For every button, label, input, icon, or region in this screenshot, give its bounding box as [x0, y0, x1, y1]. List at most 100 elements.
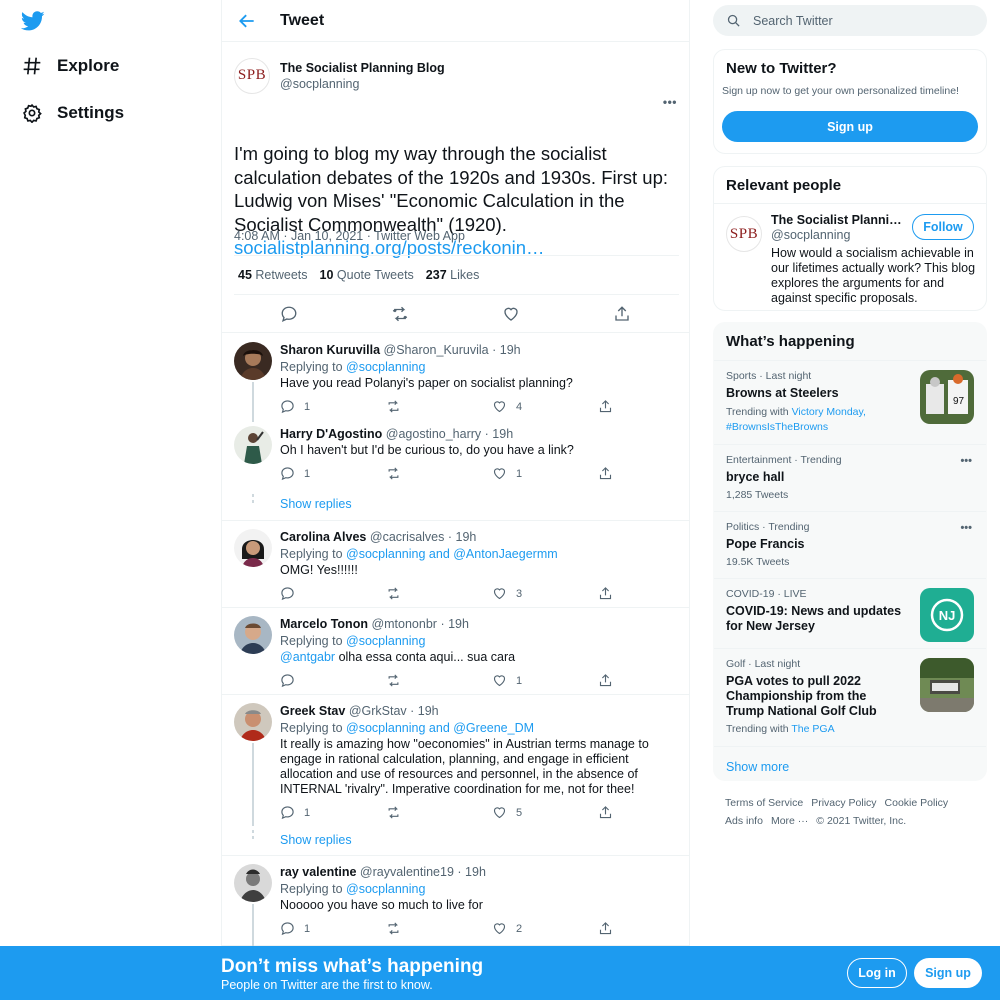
show-replies-link[interactable]: Show replies — [222, 824, 689, 856]
show-replies-label[interactable]: Show replies — [280, 497, 352, 511]
retweet-icon[interactable] — [391, 305, 409, 323]
share-button[interactable] — [598, 586, 622, 601]
reply-author-handle[interactable]: @rayvalentine19 — [360, 865, 454, 879]
reply-tweet[interactable]: Carolina Alves @cacrisalves · 19h Replyi… — [222, 521, 689, 608]
like-button[interactable]: 5 — [492, 805, 522, 820]
more-link[interactable]: More ··· — [771, 815, 808, 827]
share-button[interactable] — [598, 805, 622, 820]
privacy-link[interactable]: Privacy Policy — [811, 797, 876, 809]
reply-time[interactable]: · 19h — [440, 617, 469, 631]
share-icon[interactable] — [613, 305, 631, 323]
reply-button[interactable]: 1 — [280, 399, 310, 414]
reply-author-name[interactable]: Greek Stav — [280, 704, 345, 718]
retweet-button[interactable] — [386, 673, 410, 688]
like-button[interactable]: 2 — [492, 921, 522, 936]
author-name[interactable]: The Socialist Planning Blog — [280, 61, 445, 75]
reply-author-name[interactable]: ray valentine — [280, 865, 356, 879]
retweet-button[interactable] — [386, 399, 410, 414]
search-input[interactable]: Search Twitter — [753, 14, 833, 28]
reply-tweet[interactable]: Greek Stav @GrkStav · 19h Replying to @s… — [222, 695, 689, 826]
search-bar[interactable]: Search Twitter — [713, 5, 987, 36]
trend-item[interactable]: Sports · Last night Browns at Steelers T… — [714, 360, 986, 444]
show-replies-label[interactable]: Show replies — [280, 833, 352, 847]
nav-explore[interactable]: Explore — [22, 51, 119, 81]
like-button[interactable]: 3 — [492, 586, 522, 601]
more-options-icon[interactable]: ••• — [663, 95, 677, 109]
retweets-stat[interactable]: 45 Retweets — [238, 268, 308, 282]
replying-to-link[interactable]: @socplanning — [346, 882, 425, 896]
reply-author-handle[interactable]: @Sharon_Kuruvila — [384, 343, 489, 357]
trend-item[interactable]: Golf · Last night PGA votes to pull 2022… — [714, 648, 986, 746]
reply-author-name[interactable]: Marcelo Tonon — [280, 617, 368, 631]
show-replies-link[interactable]: Show replies — [222, 488, 689, 521]
trend-item[interactable]: Entertainment · Trending bryce hall 1,28… — [714, 444, 986, 511]
cookie-link[interactable]: Cookie Policy — [885, 797, 949, 809]
relevant-person[interactable]: SPB The Socialist Planning Blog @socplan… — [714, 203, 986, 310]
retweet-button[interactable] — [386, 466, 410, 481]
share-button[interactable] — [598, 399, 622, 414]
sign-up-button[interactable]: Sign up — [914, 958, 982, 988]
reply-tweet[interactable]: ray valentine @rayvalentine19 · 19h Repl… — [222, 856, 689, 949]
reply-author-name[interactable]: Harry D'Agostino — [280, 427, 382, 441]
reply-author-handle[interactable]: @mtononbr — [371, 617, 437, 631]
share-button[interactable] — [598, 466, 622, 481]
reply-time[interactable]: · 19h — [485, 427, 514, 441]
share-button[interactable] — [598, 673, 622, 688]
share-button[interactable] — [598, 921, 622, 936]
tweet-timestamp[interactable]: 4:08 AM · Jan 10, 2021 · Twitter Web App — [234, 229, 465, 243]
more-options-icon[interactable]: ••• — [960, 455, 972, 467]
ads-link[interactable]: Ads info — [725, 815, 763, 827]
trend-item[interactable]: Politics · Trending Pope Francis 19.5K T… — [714, 511, 986, 578]
avatar[interactable]: SPB — [234, 57, 270, 94]
reply-button[interactable]: 1 — [280, 805, 310, 820]
more-options-icon[interactable]: ••• — [960, 522, 972, 534]
reply-icon[interactable] — [280, 305, 298, 323]
reply-button[interactable] — [280, 586, 304, 601]
quotes-stat[interactable]: 10 Quote Tweets — [320, 268, 414, 282]
like-button[interactable]: 1 — [492, 673, 522, 688]
person-name[interactable]: The Socialist Planning Blog — [771, 213, 906, 227]
like-icon[interactable] — [502, 305, 520, 323]
reply-time[interactable]: · 19h — [448, 530, 477, 544]
reply-author-handle[interactable]: @GrkStav — [349, 704, 407, 718]
replying-to-link[interactable]: @socplanning and @AntonJaegermm — [346, 547, 558, 561]
twitter-logo-icon[interactable] — [20, 9, 46, 33]
terms-link[interactable]: Terms of Service — [725, 797, 803, 809]
like-button[interactable]: 1 — [492, 466, 522, 481]
reply-time[interactable]: · 19h — [457, 865, 486, 879]
like-button[interactable]: 4 — [492, 399, 522, 414]
replying-to-link[interactable]: @socplanning — [346, 634, 425, 648]
likes-stat[interactable]: 237 Likes — [426, 268, 480, 282]
reply-time[interactable]: · 19h — [410, 704, 439, 718]
sign-up-button[interactable]: Sign up — [722, 111, 978, 142]
reply-button[interactable]: 1 — [280, 921, 310, 936]
reply-tweet[interactable]: Sharon Kuruvilla @Sharon_Kuruvila · 19h … — [222, 334, 689, 422]
person-handle[interactable]: @socplanning — [771, 228, 850, 242]
retweet-button[interactable] — [386, 586, 410, 601]
avatar[interactable]: SPB — [726, 216, 762, 252]
retweet-button[interactable] — [386, 805, 410, 820]
reply-author-name[interactable]: Sharon Kuruvilla — [280, 343, 380, 357]
reply-button[interactable] — [280, 673, 304, 688]
reply-author-handle[interactable]: @cacrisalves — [370, 530, 445, 544]
replying-to-link[interactable]: @socplanning — [346, 360, 425, 374]
reply-time[interactable]: · 19h — [492, 343, 521, 357]
reply-author-name[interactable]: Carolina Alves — [280, 530, 366, 544]
reply-tweet[interactable]: Marcelo Tonon @mtononbr · 19h Replying t… — [222, 608, 689, 695]
retweet-button[interactable] — [386, 921, 410, 936]
reply-button[interactable]: 1 — [280, 466, 310, 481]
back-arrow-icon[interactable] — [237, 11, 257, 31]
nav-settings[interactable]: Settings — [22, 98, 124, 128]
follow-button[interactable]: Follow — [912, 214, 974, 240]
trend-links[interactable]: The PGA — [791, 723, 834, 735]
show-more-link[interactable]: Show more — [714, 746, 986, 780]
replying-to-link[interactable]: @socplanning and @Greene_DM — [346, 721, 534, 735]
log-in-button[interactable]: Log in — [847, 958, 907, 988]
reply-author-handle[interactable]: @agostino_harry — [386, 427, 481, 441]
reply-text: OMG! Yes!!!!!! — [280, 563, 358, 577]
trend-item[interactable]: COVID-19 · LIVE COVID-19: News and updat… — [714, 578, 986, 648]
mention-link[interactable]: @antgabr — [280, 650, 335, 664]
author-handle[interactable]: @socplanning — [280, 77, 445, 91]
reply-tweet[interactable]: Harry D'Agostino @agostino_harry · 19h O… — [222, 420, 689, 488]
share-icon — [599, 922, 612, 935]
